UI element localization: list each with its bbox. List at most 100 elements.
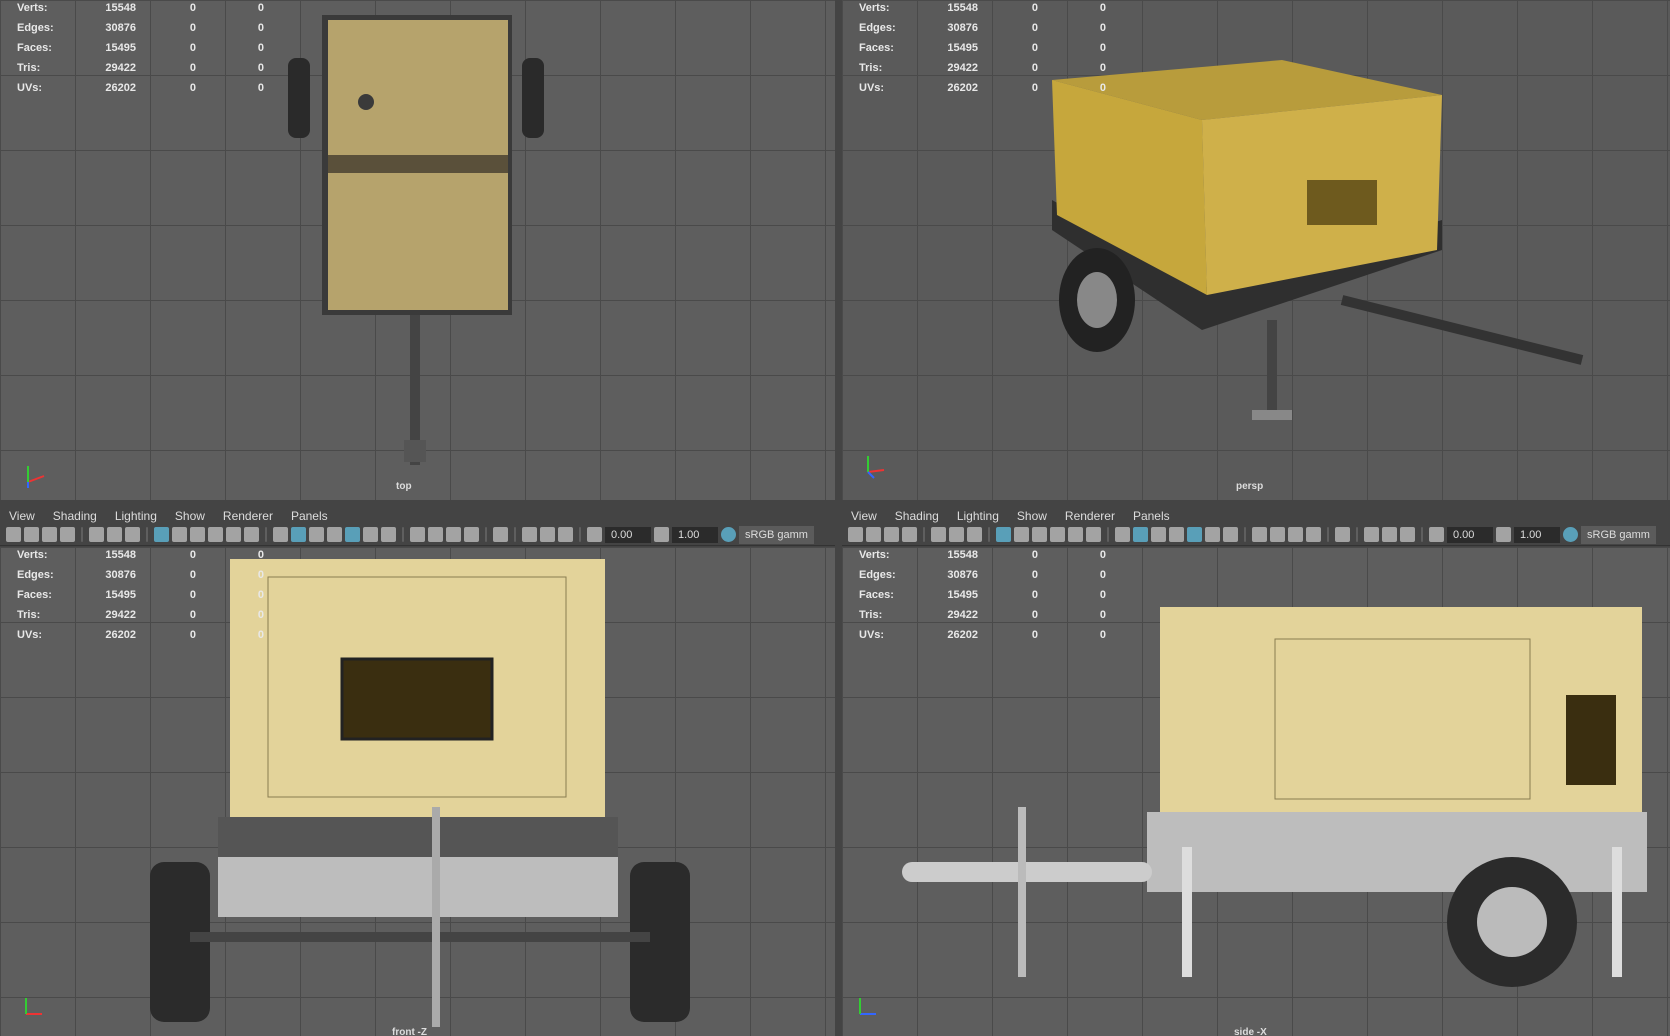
menu-show[interactable]: Show (1008, 509, 1056, 523)
xray-icon[interactable] (428, 527, 443, 542)
flat-icon[interactable] (309, 527, 324, 542)
panel-menubar: View Shading Lighting Show Renderer Panels (0, 506, 835, 526)
stats-b: 0 (1099, 82, 1106, 94)
film-icon[interactable] (172, 527, 187, 542)
safe-title-icon[interactable] (1086, 527, 1101, 542)
view-transform-select[interactable]: sRGB gamm (739, 525, 814, 544)
grid-icon[interactable] (154, 527, 169, 542)
select-icon[interactable] (493, 527, 508, 542)
stats-a: 0 (189, 82, 196, 94)
safe-action-icon[interactable] (1068, 527, 1083, 542)
grid-toggle-icon[interactable] (89, 527, 104, 542)
safe-title-icon[interactable] (244, 527, 259, 542)
isolate-icon[interactable] (1252, 527, 1267, 542)
stats-value: 29422 (105, 62, 136, 74)
gate-mask-icon[interactable] (190, 527, 205, 542)
lock-camera-icon[interactable] (866, 527, 881, 542)
camera-icon[interactable] (6, 527, 21, 542)
textured-icon[interactable] (345, 527, 360, 542)
menu-lighting[interactable]: Lighting (948, 509, 1008, 523)
menu-lighting[interactable]: Lighting (106, 509, 166, 523)
stats-row: Tris: 29422 0 0 (842, 607, 1122, 627)
field-chart-icon[interactable] (1050, 527, 1065, 542)
viewport-top[interactable]: Verts: 15548 0 0 Edges: 30876 0 0 Faces: 15495 0 0 T… (0, 0, 835, 500)
shadows-icon[interactable] (381, 527, 396, 542)
safe-action-icon[interactable] (226, 527, 241, 542)
xray-joints-icon[interactable] (1288, 527, 1303, 542)
gamma-icon[interactable] (654, 527, 669, 542)
stats-label: Faces: (859, 42, 894, 54)
bounding-icon[interactable] (327, 527, 342, 542)
select-icon[interactable] (1335, 527, 1350, 542)
color-management-icon[interactable] (1563, 527, 1578, 542)
smooth-shade-icon[interactable] (1133, 527, 1148, 542)
menu-shading[interactable]: Shading (886, 509, 948, 523)
stats-b: 0 (257, 22, 264, 34)
backface-icon[interactable] (1306, 527, 1321, 542)
menu-panels[interactable]: Panels (1124, 509, 1179, 523)
xray-joints-icon[interactable] (446, 527, 461, 542)
film-gate-icon[interactable] (949, 527, 964, 542)
bounding-icon[interactable] (1169, 527, 1184, 542)
frame-all-icon[interactable] (1364, 527, 1379, 542)
menu-shading[interactable]: Shading (44, 509, 106, 523)
resolution-gate-icon[interactable] (125, 527, 140, 542)
menu-view[interactable]: View (0, 509, 44, 523)
viewport-side[interactable]: Verts: 15548 0 0 Edges: 30876 0 0 Faces: 15495 0 0 T… (842, 547, 1670, 1036)
stats-row: Tris: 29422 0 0 (842, 60, 1122, 80)
gamma-icon[interactable] (1496, 527, 1511, 542)
gamma-field[interactable]: 1.00 (1514, 526, 1560, 543)
hud-icon[interactable] (1400, 527, 1415, 542)
bookmark-icon[interactable] (60, 527, 75, 542)
lock-camera-icon[interactable] (24, 527, 39, 542)
grid-icon[interactable] (996, 527, 1011, 542)
textured-icon[interactable] (1187, 527, 1202, 542)
gamma-field[interactable]: 1.00 (672, 526, 718, 543)
frame-all-icon[interactable] (522, 527, 537, 542)
shadows-icon[interactable] (1223, 527, 1238, 542)
lights-icon[interactable] (363, 527, 378, 542)
exposure-field[interactable]: 0.00 (1447, 526, 1493, 543)
menu-renderer[interactable]: Renderer (1056, 509, 1124, 523)
toolbar-separator (265, 527, 267, 542)
menu-view[interactable]: View (842, 509, 886, 523)
stats-b: 0 (257, 62, 264, 74)
wireframe-icon[interactable] (1115, 527, 1130, 542)
stats-row: Verts: 15548 0 0 (842, 547, 1122, 567)
color-management-icon[interactable] (721, 527, 736, 542)
viewport-persp[interactable]: Verts: 15548 0 0 Edges: 30876 0 0 Faces: 15495 0 0 T… (842, 0, 1670, 500)
flat-icon[interactable] (1151, 527, 1166, 542)
isolate-icon[interactable] (410, 527, 425, 542)
frame-sel-icon[interactable] (540, 527, 555, 542)
field-chart-icon[interactable] (208, 527, 223, 542)
frame-sel-icon[interactable] (1382, 527, 1397, 542)
lights-icon[interactable] (1205, 527, 1220, 542)
toolbar-separator (81, 527, 83, 542)
wireframe-icon[interactable] (273, 527, 288, 542)
smooth-shade-icon[interactable] (291, 527, 306, 542)
view-transform-select[interactable]: sRGB gamm (1581, 525, 1656, 544)
toolbar-separator (402, 527, 404, 542)
camera-attr-icon[interactable] (884, 527, 899, 542)
grid-toggle-icon[interactable] (931, 527, 946, 542)
film-gate-icon[interactable] (107, 527, 122, 542)
menu-show[interactable]: Show (166, 509, 214, 523)
exposure-field[interactable]: 0.00 (605, 526, 651, 543)
camera-attr-icon[interactable] (42, 527, 57, 542)
exposure-icon[interactable] (1429, 527, 1444, 542)
menu-renderer[interactable]: Renderer (214, 509, 282, 523)
viewport-front[interactable]: Verts: 15548 0 0 Edges: 30876 0 0 Faces: 15495 0 0 T… (0, 547, 835, 1036)
camera-label: persp (1236, 481, 1264, 492)
panel-toolbar: 0.00 1.00 sRGB gamm (842, 524, 1670, 546)
bookmark-icon[interactable] (902, 527, 917, 542)
camera-icon[interactable] (848, 527, 863, 542)
exposure-icon[interactable] (587, 527, 602, 542)
hud-icon[interactable] (558, 527, 573, 542)
gate-mask-icon[interactable] (1032, 527, 1047, 542)
resolution-gate-icon[interactable] (967, 527, 982, 542)
stats-label: Verts: (17, 549, 48, 561)
menu-panels[interactable]: Panels (282, 509, 337, 523)
backface-icon[interactable] (464, 527, 479, 542)
film-icon[interactable] (1014, 527, 1029, 542)
xray-icon[interactable] (1270, 527, 1285, 542)
